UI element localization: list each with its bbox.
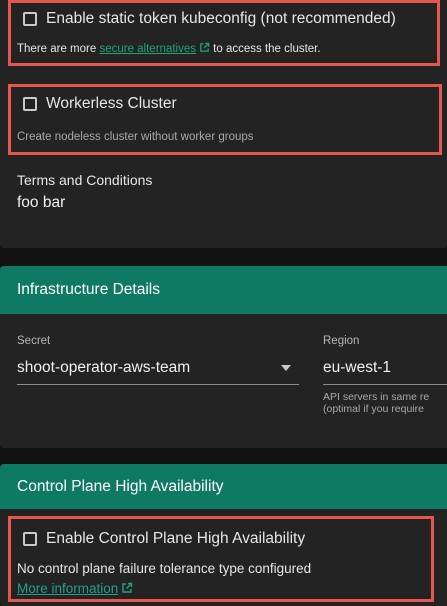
workerless-checkbox[interactable] (23, 97, 37, 111)
terms-label: Terms and Conditions (17, 172, 153, 188)
secret-label: Secret (17, 335, 51, 347)
workerless-hint: Create nodeless cluster without worker g… (17, 131, 254, 143)
region-select-value[interactable]: eu-west-1 (323, 359, 391, 377)
terms-value: foo bar (17, 194, 66, 211)
secure-alternatives-link[interactable]: secure alternatives (99, 43, 196, 55)
region-select-underline (323, 384, 447, 385)
secret-dropdown-icon[interactable] (281, 365, 291, 371)
more-information-row[interactable]: More information (17, 581, 133, 596)
workerless-label[interactable]: Workerless Cluster (46, 95, 177, 113)
cluster-options-card: Enable static token kubeconfig (not reco… (0, 0, 447, 248)
control-plane-ha-checkbox[interactable] (23, 532, 37, 546)
infrastructure-card: Infrastructure Details Secret shoot-oper… (0, 266, 447, 448)
control-plane-ha-checkbox-row[interactable]: Enable Control Plane High Availability (23, 530, 305, 548)
external-link-icon[interactable] (121, 582, 133, 594)
static-token-hint-suffix: to access the cluster. (209, 43, 321, 55)
static-token-hint: There are more secure alternatives to ac… (17, 42, 321, 55)
workerless-checkbox-row[interactable]: Workerless Cluster (23, 95, 177, 113)
control-plane-ha-label[interactable]: Enable Control Plane High Availability (46, 530, 305, 548)
control-plane-status: No control plane failure tolerance type … (17, 561, 312, 576)
static-token-hint-prefix: There are more (17, 43, 100, 55)
secret-select-underline (17, 384, 299, 385)
external-link-icon[interactable] (199, 42, 210, 53)
secret-select-value[interactable]: shoot-operator-aws-team (17, 359, 190, 377)
region-hint-line2: (optimal if you require (323, 403, 424, 415)
static-token-checkbox[interactable] (23, 12, 37, 26)
control-plane-header: Control Plane High Availability (0, 464, 447, 509)
region-label: Region (323, 335, 360, 347)
control-plane-card: Control Plane High Availability Enable C… (0, 464, 447, 606)
infrastructure-header: Infrastructure Details (0, 266, 447, 314)
static-token-checkbox-row[interactable]: Enable static token kubeconfig (not reco… (23, 10, 396, 28)
region-hint-line1: API servers in same re (323, 391, 430, 403)
more-information-link[interactable]: More information (17, 581, 118, 596)
static-token-label[interactable]: Enable static token kubeconfig (not reco… (46, 10, 396, 28)
